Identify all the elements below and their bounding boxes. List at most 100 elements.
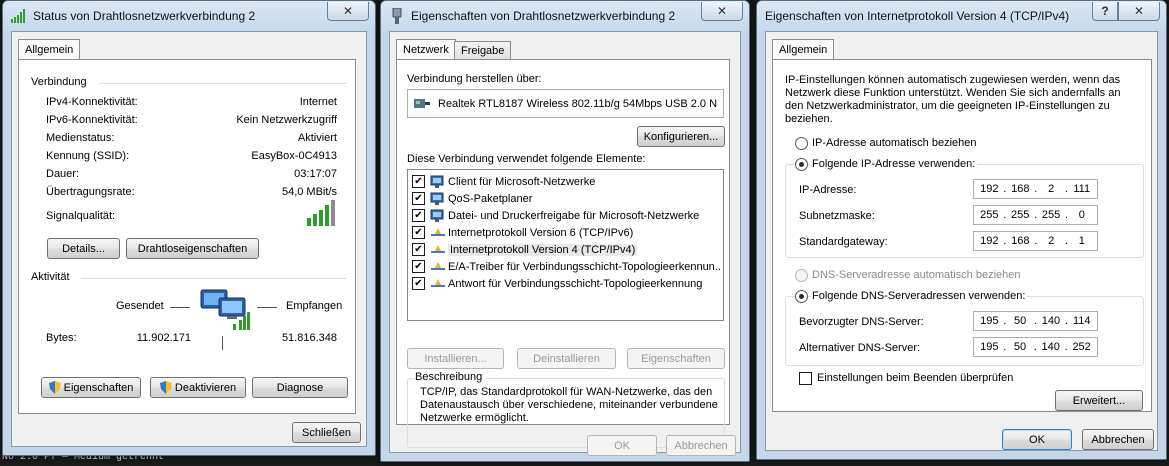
speed-value: 54,0 MBit/s bbox=[281, 186, 337, 198]
disable-button-label: Deaktivieren bbox=[174, 381, 237, 394]
ip-address-label: IP-Adresse: bbox=[799, 184, 857, 196]
item-label: Internetprotokoll Version 4 (TCP/IPv4) bbox=[448, 243, 638, 256]
sent-label: Gesendet bbox=[116, 300, 164, 312]
network-client-icon bbox=[430, 175, 446, 189]
validate-settings-checkbox[interactable] bbox=[799, 372, 812, 385]
list-item[interactable]: ✔ Client für Microsoft-Netzwerke bbox=[412, 173, 721, 190]
item-label: Datei- und Druckerfreigabe für Microsoft… bbox=[448, 209, 700, 222]
adapter-name-box: Realtek RTL8187 Wireless 802.11b/g 54Mbp… bbox=[407, 89, 724, 118]
auto-ip-radio[interactable] bbox=[795, 137, 808, 150]
checkbox[interactable]: ✔ bbox=[412, 277, 425, 290]
tab-netzwerk[interactable]: Netzwerk bbox=[396, 39, 456, 60]
connection-heading: Verbindung bbox=[31, 76, 91, 88]
ip-octet: 140 bbox=[1041, 341, 1060, 353]
file-printer-sharing-icon bbox=[430, 209, 446, 223]
list-item-selected[interactable]: ✔ Internetprotokoll Version 4 (TCP/IPv4) bbox=[412, 241, 721, 258]
intro-line: IP-Einstellungen können automatisch zuge… bbox=[785, 74, 1121, 86]
adapter-properties-window: Eigenschaften von Drahtlosnetzwerkverbin… bbox=[380, 0, 750, 462]
details-button[interactable]: Details... bbox=[47, 238, 120, 259]
auto-dns-radio[interactable] bbox=[795, 269, 808, 282]
ip-octet: 111 bbox=[1073, 183, 1091, 195]
checkbox[interactable]: ✔ bbox=[412, 260, 425, 273]
diagnose-button[interactable]: Diagnose bbox=[252, 377, 348, 398]
help-button[interactable]: ? bbox=[1092, 2, 1118, 21]
ip-octet: 252 bbox=[1072, 341, 1091, 353]
close-button[interactable]: Schließen bbox=[292, 422, 361, 443]
tab-allgemein[interactable]: Allgemein bbox=[18, 39, 81, 60]
close-icon: ✕ bbox=[1133, 4, 1145, 18]
status-title-bar[interactable]: Status von Drahtlosnetzwerkverbindung 2 bbox=[3, 1, 375, 31]
item-label: E/A-Treiber für Verbindungsschicht-Topol… bbox=[448, 260, 721, 273]
ip-octet: 192 bbox=[980, 183, 999, 195]
ipv6-connectivity-value: Kein Netzwerkzugriff bbox=[236, 114, 337, 126]
signal-strength-icon bbox=[307, 200, 337, 229]
duration-label: Dauer: bbox=[46, 168, 80, 180]
preferred-dns-input[interactable]: 195. 50. 140. 114 bbox=[973, 311, 1098, 331]
status-tab-panel: Verbindung IPv4-Konnektivität: Internet … bbox=[18, 59, 356, 414]
wireless-properties-button[interactable]: Drahtloseigenschaften bbox=[126, 238, 259, 259]
alternate-dns-input[interactable]: 195. 50. 140. 252 bbox=[973, 337, 1098, 357]
received-line bbox=[257, 307, 277, 308]
components-list[interactable]: ✔ Client für Microsoft-Netzwerke ✔ QoS-P… bbox=[407, 169, 724, 321]
list-item[interactable]: ✔ QoS-Paketplaner bbox=[412, 190, 721, 207]
ok-button[interactable]: OK bbox=[1002, 429, 1072, 450]
auto-dns-label[interactable]: DNS-Serveradresse automatisch beziehen bbox=[812, 269, 1021, 281]
alternate-dns-label: Alternativer DNS-Server: bbox=[799, 342, 921, 354]
tab-allgemein[interactable]: Allgemein bbox=[772, 39, 835, 60]
subnet-mask-label: Subnetzmaske: bbox=[799, 210, 875, 222]
list-item[interactable]: ✔ E/A-Treiber für Verbindungsschicht-Top… bbox=[412, 258, 721, 275]
received-label: Empfangen bbox=[286, 300, 343, 312]
close-icon: ✕ bbox=[342, 4, 354, 18]
close-window-button[interactable]: ✕ bbox=[327, 2, 369, 21]
checkbox[interactable]: ✔ bbox=[412, 243, 425, 256]
protocol-icon bbox=[430, 226, 446, 240]
intro-line: Netzwerk diese Funktion unterstützt. Wen… bbox=[785, 87, 1121, 99]
cancel-button[interactable]: Abbrechen bbox=[1082, 429, 1154, 450]
checkbox[interactable]: ✔ bbox=[412, 175, 425, 188]
disable-button[interactable]: Deaktivieren bbox=[150, 377, 246, 398]
uninstall-button[interactable]: Deinstallieren bbox=[517, 348, 616, 369]
cancel-button[interactable]: Abbrechen bbox=[666, 435, 736, 456]
ip-octet: 140 bbox=[1041, 315, 1061, 327]
subnet-mask-input[interactable]: 255. 255. 255. 0 bbox=[973, 205, 1098, 225]
description-line: Netzwerke ermöglicht. bbox=[420, 412, 529, 424]
properties-button[interactable]: Eigenschaften bbox=[41, 377, 141, 398]
advanced-button[interactable]: Erweitert... bbox=[1055, 390, 1143, 411]
list-item[interactable]: ✔ Internetprotokoll Version 6 (TCP/IPv6) bbox=[412, 224, 721, 241]
configure-button[interactable]: Konfigurieren... bbox=[637, 126, 725, 147]
status-window: Status von Drahtlosnetzwerkverbindung 2 … bbox=[2, 0, 376, 456]
uac-shield-icon bbox=[48, 381, 61, 394]
checkbox[interactable]: ✔ bbox=[412, 192, 425, 205]
list-item[interactable]: ✔ Antwort für Verbindungsschicht-Topolog… bbox=[412, 275, 721, 292]
install-button[interactable]: Installieren... bbox=[407, 348, 504, 369]
items-label: Diese Verbindung verwendet folgende Elem… bbox=[407, 153, 646, 165]
checkbox[interactable]: ✔ bbox=[412, 209, 425, 222]
ipv4-connectivity-value: Internet bbox=[299, 96, 337, 108]
manual-ip-label[interactable]: Folgende IP-Adresse verwenden: bbox=[810, 158, 978, 170]
connect-using-label: Verbindung herstellen über: bbox=[407, 73, 542, 85]
description-line: TCP/IP, das Standardprotokoll für WAN-Ne… bbox=[420, 386, 713, 398]
manual-dns-label[interactable]: Folgende DNS-Serveradressen verwenden: bbox=[810, 290, 1028, 302]
checkbox[interactable]: ✔ bbox=[412, 226, 425, 239]
manual-ip-radio[interactable] bbox=[795, 158, 808, 171]
gateway-label: Standardgateway: bbox=[799, 236, 888, 248]
tab-freigabe[interactable]: Freigabe bbox=[454, 41, 512, 60]
ip-address-input[interactable]: 192. 168. 2. 111 bbox=[973, 179, 1098, 199]
protocol-icon bbox=[430, 277, 446, 291]
ok-button[interactable]: OK bbox=[587, 435, 657, 456]
ipv4-connectivity-label: IPv4-Konnektivität: bbox=[46, 96, 138, 108]
gateway-input[interactable]: 192. 168. 2. 1 bbox=[973, 231, 1098, 251]
manual-dns-radio[interactable] bbox=[795, 290, 808, 303]
ip-octet: 114 bbox=[1072, 315, 1091, 327]
ip-octet: 192 bbox=[980, 235, 999, 247]
validate-settings-label[interactable]: Einstellungen beim Beenden überprüfen bbox=[817, 372, 1013, 384]
media-status-label: Medienstatus: bbox=[46, 132, 115, 144]
adapter-title-bar[interactable]: Eigenschaften von Drahtlosnetzwerkverbin… bbox=[381, 1, 749, 31]
close-window-button[interactable]: ✕ bbox=[1118, 2, 1160, 21]
close-window-button[interactable]: ✕ bbox=[701, 2, 743, 21]
uac-shield-icon bbox=[159, 381, 172, 394]
list-item[interactable]: ✔ Datei- und Druckerfreigabe für Microso… bbox=[412, 207, 721, 224]
item-properties-button[interactable]: Eigenschaften bbox=[627, 348, 725, 369]
ssid-value: EasyBox-0C4913 bbox=[251, 150, 337, 162]
auto-ip-label[interactable]: IP-Adresse automatisch beziehen bbox=[812, 137, 976, 149]
